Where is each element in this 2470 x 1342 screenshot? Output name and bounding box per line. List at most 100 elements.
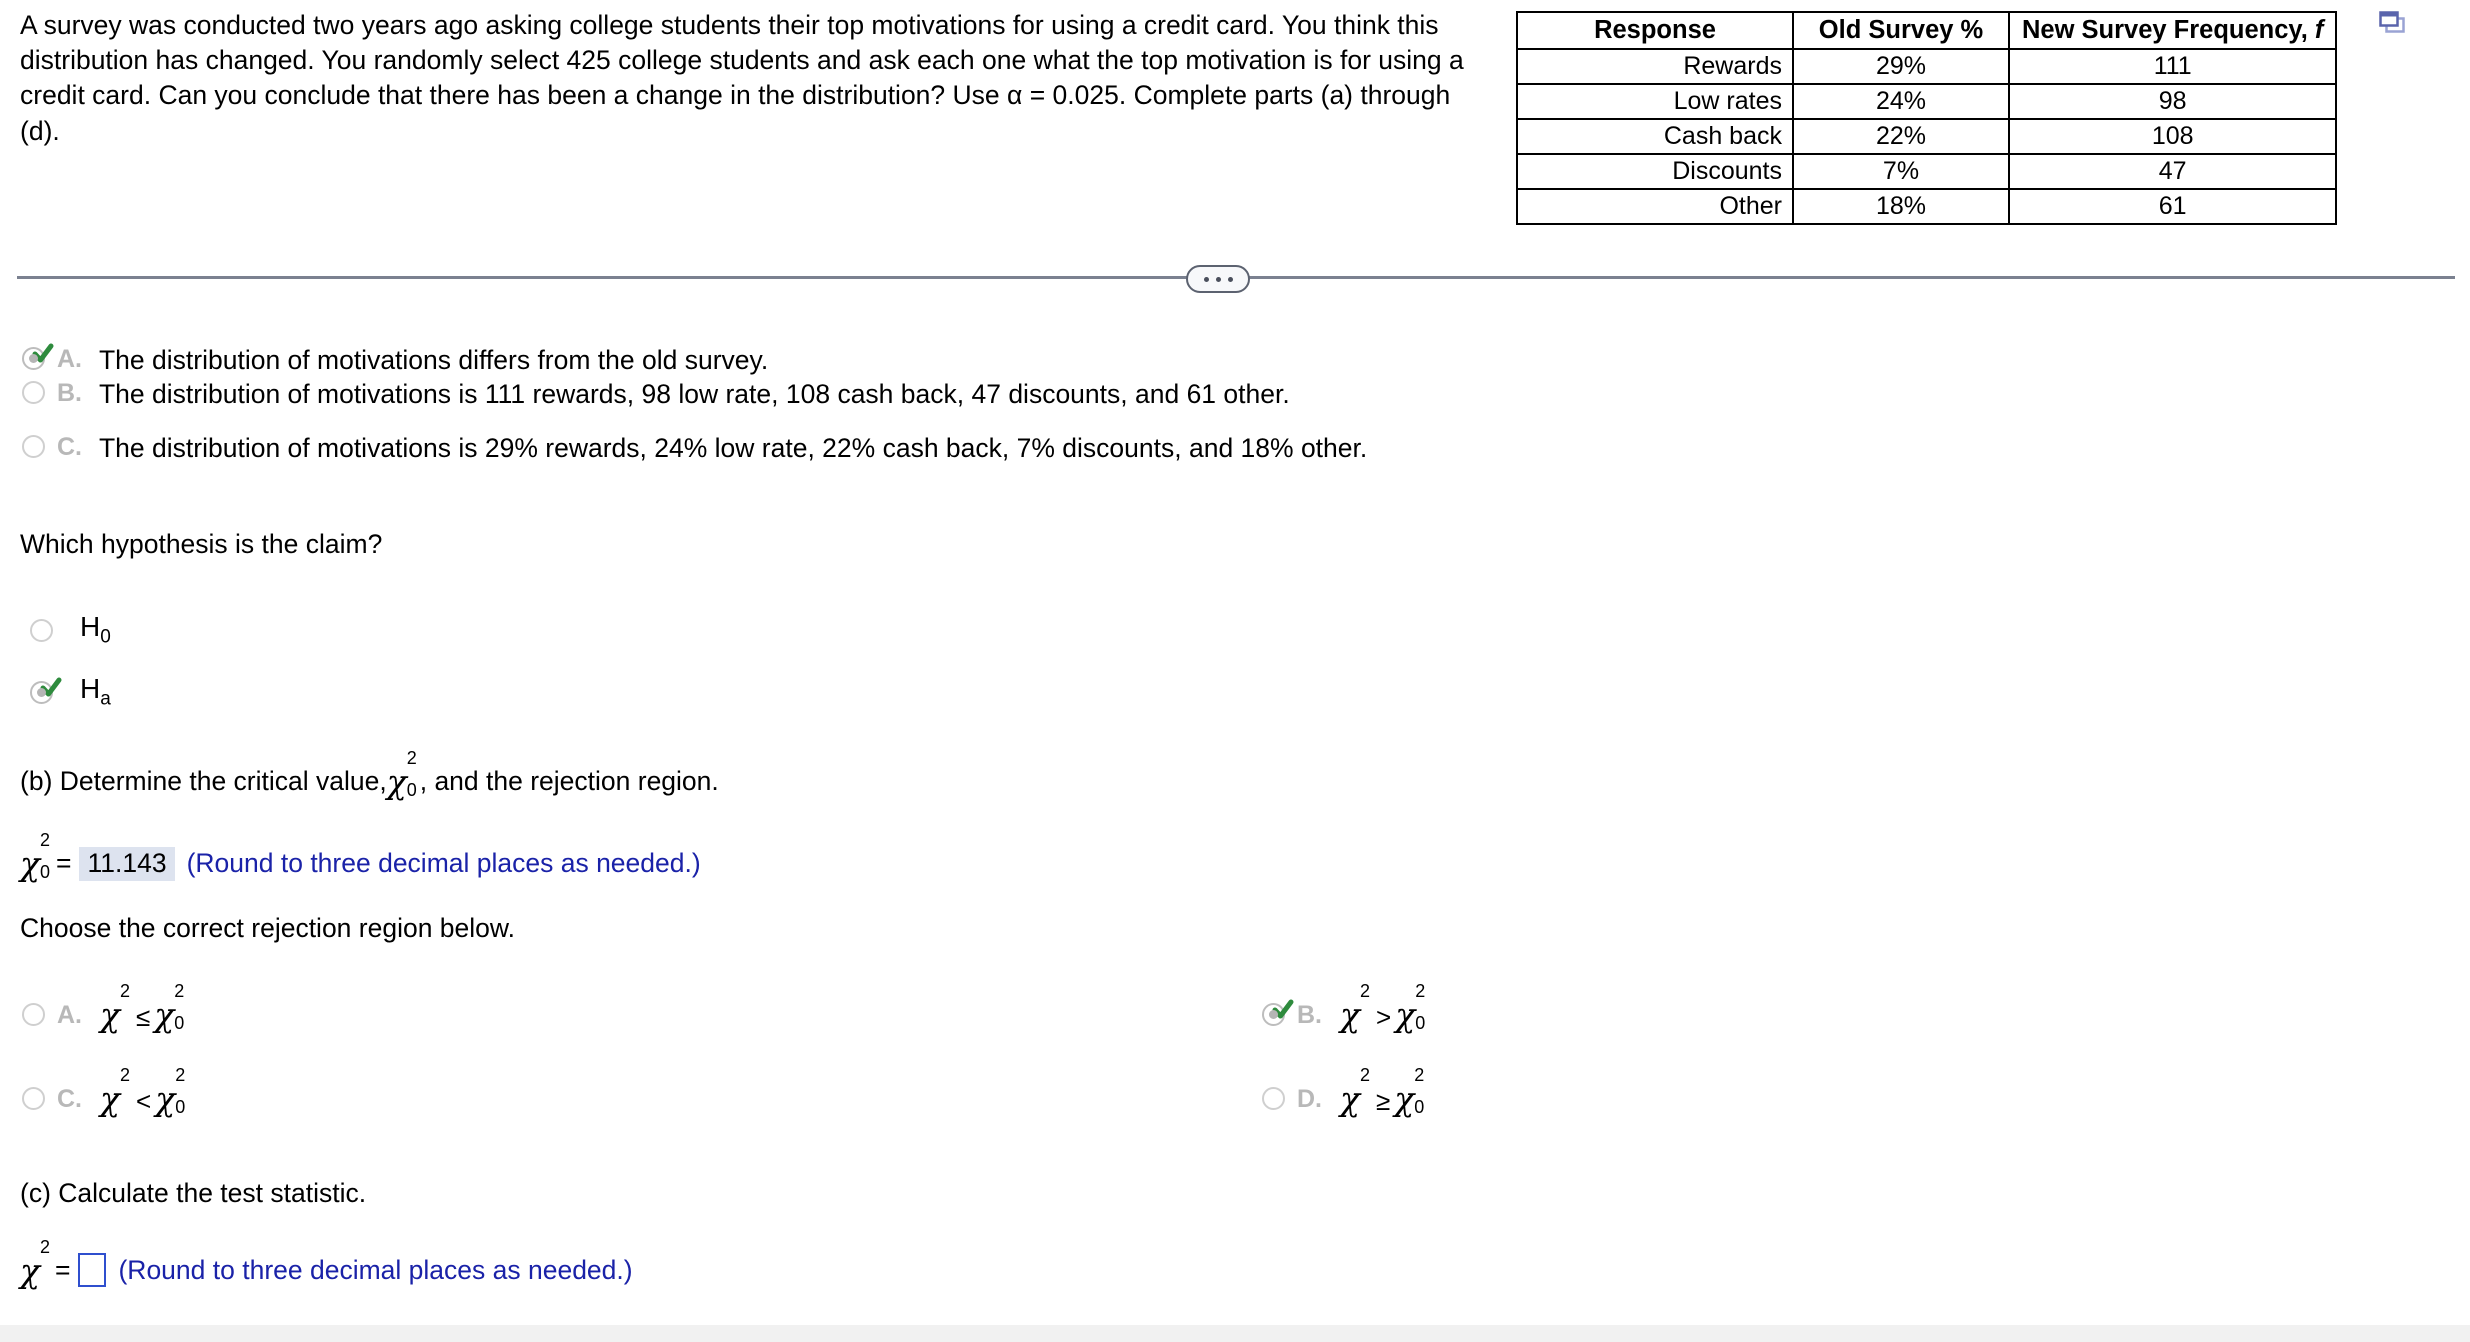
- rejection-region-expression-b: χ 2 > χ 2 0: [1340, 981, 1428, 1034]
- operator-symbol: ≥: [1376, 1086, 1391, 1116]
- radio-button[interactable]: [1262, 999, 1294, 1026]
- cell-response: Discounts: [1516, 153, 1794, 190]
- claim-option-a[interactable]: A. The distribution of motivations diffe…: [22, 343, 769, 375]
- operator-symbol: >: [1376, 1002, 1392, 1032]
- cell-response: Rewards: [1516, 48, 1794, 85]
- chi-squared-critical-symbol: χ20: [1394, 1065, 1425, 1118]
- ellipsis-dot: [1227, 276, 1233, 282]
- option-letter: D.: [1297, 1085, 1322, 1113]
- check-icon: [1272, 999, 1294, 1019]
- cell-new-survey-frequency: 47: [2007, 153, 2338, 190]
- test-statistic-input[interactable]: [78, 1253, 107, 1287]
- hypothesis-option-ha[interactable]: Ha: [30, 675, 111, 709]
- cell-new-survey-frequency: 111: [2007, 48, 2338, 85]
- cell-response: Low rates: [1516, 83, 1794, 120]
- operator-symbol: ≤: [136, 1002, 151, 1032]
- rejection-region-prompt: Choose the correct rejection region belo…: [20, 913, 515, 943]
- ellipsis-dot: [1203, 276, 1209, 282]
- test-statistic-hint: (Round to three decimal places as needed…: [118, 1254, 633, 1285]
- bottom-status-bar: [0, 1325, 2470, 1342]
- table-row: Other 18% 61: [1516, 188, 2338, 225]
- chi-squared-symbol: χ2: [100, 981, 131, 1034]
- survey-data-table: Response Old Survey % New Survey Frequen…: [1516, 11, 2338, 225]
- cell-new-survey-frequency: 108: [2007, 118, 2338, 155]
- radio-button[interactable]: [30, 619, 53, 642]
- rejection-region-expression-c: χ 2 < χ 2 0: [100, 1065, 188, 1118]
- chi-squared-symbol: χ2: [20, 1236, 51, 1290]
- column-header-new-survey-text: New Survey Frequency,: [2022, 16, 2315, 44]
- hypothesis-option-h0[interactable]: H0: [30, 613, 111, 647]
- cell-old-survey-percent: 18%: [1792, 188, 2010, 225]
- hypothesis-question: Which hypothesis is the claim?: [20, 529, 383, 559]
- part-c-prompt: (c) Calculate the test statistic.: [20, 1178, 367, 1208]
- option-letter: C.: [57, 433, 82, 461]
- column-header-frequency-symbol: f: [2314, 16, 2324, 44]
- chi-squared-critical-symbol: χ20: [386, 748, 417, 801]
- cell-old-survey-percent: 7%: [1792, 153, 2010, 190]
- radio-button[interactable]: [22, 1003, 45, 1026]
- chi-squared-critical-symbol: χ20: [1395, 981, 1426, 1034]
- option-letter: C.: [57, 1085, 82, 1113]
- radio-button[interactable]: [22, 343, 54, 370]
- equals-sign: =: [56, 848, 72, 879]
- radio-button[interactable]: [22, 1087, 45, 1110]
- test-statistic-row: χ2 = (Round to three decimal places as n…: [20, 1236, 633, 1290]
- table-row: Cash back 22% 108: [1516, 118, 2338, 155]
- chi-squared-symbol: χ2: [1340, 981, 1371, 1034]
- option-letter: B.: [57, 379, 82, 407]
- part-b-prompt-after: , and the rejection region.: [419, 766, 719, 796]
- cell-old-survey-percent: 24%: [1792, 83, 2010, 120]
- table-row: Rewards 29% 111: [1516, 48, 2338, 85]
- cell-old-survey-percent: 29%: [1792, 48, 2010, 85]
- check-icon: [40, 677, 62, 697]
- expand-collapse-button[interactable]: [1186, 265, 1250, 293]
- option-letter: B.: [1297, 1001, 1322, 1029]
- part-b-prompt-before: (b) Determine the critical value,: [20, 766, 387, 796]
- rejection-region-expression-a: χ 2 ≤ χ 2 0: [100, 981, 187, 1034]
- critical-value-hint: (Round to three decimal places as needed…: [186, 848, 701, 879]
- chi-squared-critical-symbol: χ20: [154, 981, 185, 1034]
- table-row: Low rates 24% 98: [1516, 83, 2338, 120]
- option-label: The distribution of motivations differs …: [99, 345, 769, 375]
- rejection-region-option-a[interactable]: A. χ 2 ≤ χ 2 0: [22, 982, 187, 1033]
- cell-new-survey-frequency: 61: [2007, 188, 2338, 225]
- critical-value-input[interactable]: 11.143: [79, 847, 175, 881]
- rejection-region-option-b[interactable]: B. χ 2 > χ 2 0: [1262, 982, 1428, 1033]
- column-header-old-survey: Old Survey %: [1792, 11, 2010, 50]
- cell-old-survey-percent: 22%: [1792, 118, 2010, 155]
- ellipsis-dot: [1215, 276, 1221, 282]
- operator-symbol: <: [136, 1086, 152, 1116]
- table-header-row: Response Old Survey % New Survey Frequen…: [1516, 11, 2338, 50]
- check-icon: [32, 343, 54, 363]
- hypothesis-label-h0: H0: [80, 611, 111, 648]
- critical-value-row: χ20 = 11.143 (Round to three decimal pla…: [20, 830, 701, 884]
- cell-response: Other: [1516, 188, 1794, 225]
- radio-button[interactable]: [30, 677, 62, 704]
- chi-squared-symbol: χ2: [1340, 1065, 1371, 1118]
- column-header-new-survey: New Survey Frequency, f: [2007, 11, 2338, 50]
- radio-button[interactable]: [1262, 1087, 1285, 1110]
- claim-option-c[interactable]: C. The distribution of motivations is 29…: [22, 435, 1367, 462]
- cell-new-survey-frequency: 98: [2007, 83, 2338, 120]
- radio-button[interactable]: [22, 381, 45, 404]
- option-letter: A.: [57, 1001, 82, 1029]
- rejection-region-option-c[interactable]: C. χ 2 < χ 2 0: [22, 1066, 188, 1117]
- chi-squared-critical-symbol: χ20: [20, 830, 51, 884]
- radio-button[interactable]: [22, 435, 45, 458]
- rejection-region-expression-d: χ 2 ≥ χ 2 0: [1340, 1065, 1427, 1118]
- copy-icon[interactable]: [2379, 10, 2409, 38]
- rejection-region-option-d[interactable]: D. χ 2 ≥ χ 2 0: [1262, 1066, 1427, 1117]
- option-label: The distribution of motivations is 29% r…: [99, 433, 1368, 463]
- chi-squared-symbol: χ2: [100, 1065, 131, 1118]
- equals-sign: =: [55, 1254, 71, 1285]
- column-header-response: Response: [1516, 11, 1794, 50]
- chi-squared-critical-symbol: χ20: [155, 1065, 186, 1118]
- hypothesis-label-ha: Ha: [80, 673, 111, 710]
- table-row: Discounts 7% 47: [1516, 153, 2338, 190]
- problem-statement: A survey was conducted two years ago ask…: [20, 10, 1464, 146]
- claim-option-b[interactable]: B. The distribution of motivations is 11…: [22, 381, 1290, 408]
- cell-response: Cash back: [1516, 118, 1794, 155]
- option-letter: A.: [57, 345, 82, 373]
- option-label: The distribution of motivations is 111 r…: [99, 379, 1290, 409]
- part-b-prompt: (b) Determine the critical value, χ20 , …: [20, 748, 719, 801]
